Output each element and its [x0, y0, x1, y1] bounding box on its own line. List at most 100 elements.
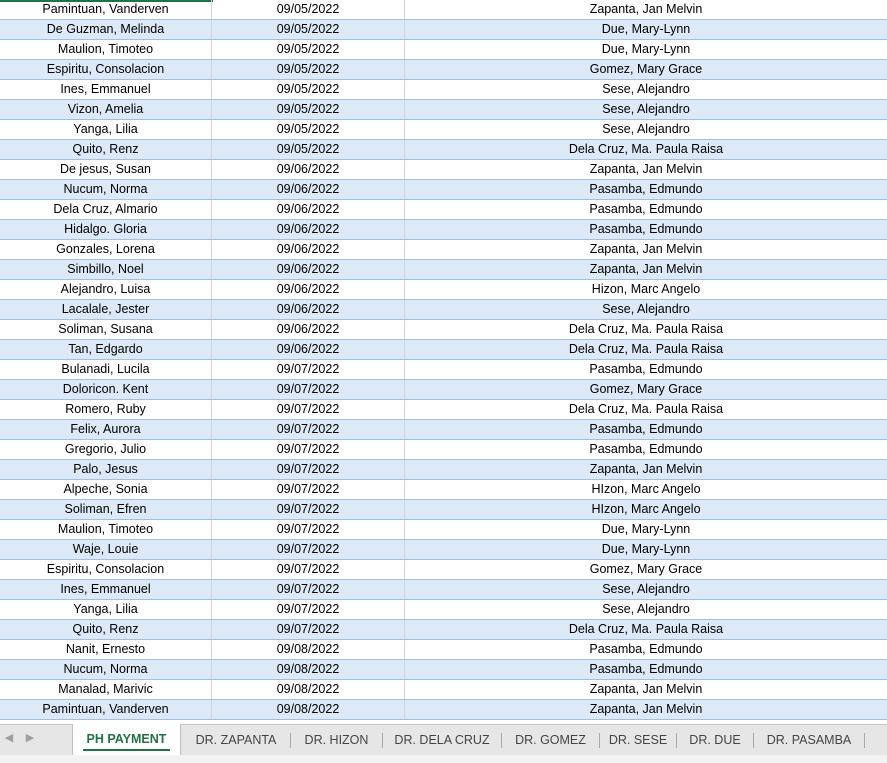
doctor-cell[interactable]: Sese, Alejandro — [405, 100, 887, 119]
doctor-cell[interactable]: Gomez, Mary Grace — [405, 560, 887, 579]
date-cell[interactable]: 09/08/2022 — [212, 680, 405, 699]
doctor-cell[interactable]: Pasamba, Edmundo — [405, 420, 887, 439]
date-cell[interactable]: 09/07/2022 — [212, 520, 405, 539]
date-cell[interactable]: 09/07/2022 — [212, 580, 405, 599]
doctor-cell[interactable]: Pasamba, Edmundo — [405, 440, 887, 459]
patient-name-cell[interactable]: Palo, Jesus — [0, 460, 212, 479]
doctor-cell[interactable]: Pasamba, Edmundo — [405, 180, 887, 199]
date-cell[interactable]: 09/08/2022 — [212, 660, 405, 679]
doctor-cell[interactable]: Pasamba, Edmundo — [405, 640, 887, 659]
date-cell[interactable]: 09/06/2022 — [212, 200, 405, 219]
date-cell[interactable]: 09/07/2022 — [212, 500, 405, 519]
date-cell[interactable]: 09/06/2022 — [212, 160, 405, 179]
doctor-cell[interactable]: HIzon, Marc Angelo — [405, 500, 887, 519]
patient-name-cell[interactable]: Nucum, Norma — [0, 660, 212, 679]
patient-name-cell[interactable]: Lacalale, Jester — [0, 300, 212, 319]
date-cell[interactable]: 09/07/2022 — [212, 540, 405, 559]
date-cell[interactable]: 09/06/2022 — [212, 280, 405, 299]
patient-name-cell[interactable]: Romero, Ruby — [0, 400, 212, 419]
prev-sheet-icon[interactable]: ◀ — [2, 731, 16, 744]
patient-name-cell[interactable]: De jesus, Susan — [0, 160, 212, 179]
date-cell[interactable]: 09/05/2022 — [212, 40, 405, 59]
date-cell[interactable]: 09/08/2022 — [212, 700, 405, 719]
doctor-cell[interactable]: Pasamba, Edmundo — [405, 660, 887, 679]
doctor-cell[interactable]: Gomez, Mary Grace — [405, 60, 887, 79]
patient-name-cell[interactable]: Alejandro, Luisa — [0, 280, 212, 299]
tab-dr-sese[interactable]: DR. SESE — [600, 725, 676, 755]
date-cell[interactable]: 09/07/2022 — [212, 400, 405, 419]
doctor-cell[interactable]: Due, Mary-Lynn — [405, 20, 887, 39]
doctor-cell[interactable]: Due, Mary-Lynn — [405, 40, 887, 59]
patient-name-cell[interactable]: Nanit, Ernesto — [0, 640, 212, 659]
date-cell[interactable]: 09/06/2022 — [212, 300, 405, 319]
date-cell[interactable]: 09/07/2022 — [212, 620, 405, 639]
doctor-cell[interactable]: Zapanta, Jan Melvin — [405, 680, 887, 699]
date-cell[interactable]: 09/07/2022 — [212, 380, 405, 399]
patient-name-cell[interactable]: Espiritu, Consolacion — [0, 560, 212, 579]
patient-name-cell[interactable]: Simbillo, Noel — [0, 260, 212, 279]
doctor-cell[interactable]: Sese, Alejandro — [405, 80, 887, 99]
patient-name-cell[interactable]: Maulion, Timoteo — [0, 520, 212, 539]
patient-name-cell[interactable]: Bulanadi, Lucila — [0, 360, 212, 379]
doctor-cell[interactable]: Dela Cruz, Ma. Paula Raisa — [405, 320, 887, 339]
tab-dr-pasamba[interactable]: DR. PASAMBA — [754, 725, 864, 755]
patient-name-cell[interactable]: Hidalgo. Gloria — [0, 220, 212, 239]
patient-name-cell[interactable]: Felix, Aurora — [0, 420, 212, 439]
patient-name-cell[interactable]: De Guzman, Melinda — [0, 20, 212, 39]
tab-dr-gomez[interactable]: DR. GOMEZ — [502, 725, 599, 755]
tab-dr-zapanta[interactable]: DR. ZAPANTA — [182, 725, 290, 755]
date-cell[interactable]: 09/07/2022 — [212, 440, 405, 459]
patient-name-cell[interactable]: Vizon, Amelia — [0, 100, 212, 119]
date-cell[interactable]: 09/07/2022 — [212, 560, 405, 579]
date-cell[interactable]: 09/06/2022 — [212, 180, 405, 199]
patient-name-cell[interactable]: Gregorio, Julio — [0, 440, 212, 459]
doctor-cell[interactable]: Dela Cruz, Ma. Paula Raisa — [405, 140, 887, 159]
patient-name-cell[interactable]: Doloricon. Kent — [0, 380, 212, 399]
doctor-cell[interactable]: Sese, Alejandro — [405, 120, 887, 139]
doctor-cell[interactable]: Dela Cruz, Ma. Paula Raisa — [405, 340, 887, 359]
patient-name-cell[interactable]: Gonzales, Lorena — [0, 240, 212, 259]
date-cell[interactable]: 09/05/2022 — [212, 140, 405, 159]
patient-name-cell[interactable]: Soliman, Efren — [0, 500, 212, 519]
doctor-cell[interactable]: Sese, Alejandro — [405, 300, 887, 319]
patient-name-cell[interactable]: Tan, Edgardo — [0, 340, 212, 359]
date-cell[interactable]: 09/05/2022 — [212, 80, 405, 99]
doctor-cell[interactable]: HIzon, Marc Angelo — [405, 480, 887, 499]
date-cell[interactable]: 09/05/2022 — [212, 60, 405, 79]
patient-name-cell[interactable]: Pamintuan, Vanderven — [0, 700, 212, 719]
doctor-cell[interactable]: Zapanta, Jan Melvin — [405, 260, 887, 279]
date-cell[interactable]: 09/07/2022 — [212, 480, 405, 499]
date-cell[interactable]: 09/06/2022 — [212, 240, 405, 259]
patient-name-cell[interactable]: Soliman, Susana — [0, 320, 212, 339]
date-cell[interactable]: 09/05/2022 — [212, 0, 405, 19]
date-cell[interactable]: 09/07/2022 — [212, 460, 405, 479]
patient-name-cell[interactable]: Manalad, Marivic — [0, 680, 212, 699]
date-cell[interactable]: 09/06/2022 — [212, 220, 405, 239]
doctor-cell[interactable]: Zapanta, Jan Melvin — [405, 0, 887, 19]
patient-name-cell[interactable]: Yanga, Lilia — [0, 600, 212, 619]
patient-name-cell[interactable]: Quito, Renz — [0, 620, 212, 639]
doctor-cell[interactable]: Pasamba, Edmundo — [405, 360, 887, 379]
date-cell[interactable]: 09/07/2022 — [212, 420, 405, 439]
patient-name-cell[interactable]: Quito, Renz — [0, 140, 212, 159]
date-cell[interactable]: 09/08/2022 — [212, 640, 405, 659]
patient-name-cell[interactable]: Alpeche, Sonia — [0, 480, 212, 499]
patient-name-cell[interactable]: Nucum, Norma — [0, 180, 212, 199]
date-cell[interactable]: 09/05/2022 — [212, 120, 405, 139]
doctor-cell[interactable]: Dela Cruz, Ma. Paula Raisa — [405, 620, 887, 639]
doctor-cell[interactable]: Dela Cruz, Ma. Paula Raisa — [405, 400, 887, 419]
doctor-cell[interactable]: Zapanta, Jan Melvin — [405, 700, 887, 719]
date-cell[interactable]: 09/06/2022 — [212, 320, 405, 339]
next-sheet-icon[interactable]: ▶ — [23, 731, 37, 744]
date-cell[interactable]: 09/07/2022 — [212, 360, 405, 379]
patient-name-cell[interactable]: Ines, Emmanuel — [0, 580, 212, 599]
patient-name-cell[interactable]: Yanga, Lilia — [0, 120, 212, 139]
doctor-cell[interactable]: Pasamba, Edmundo — [405, 220, 887, 239]
date-cell[interactable]: 09/05/2022 — [212, 20, 405, 39]
tab-ph-payment[interactable]: PH PAYMENT — [72, 724, 181, 755]
doctor-cell[interactable]: Due, Mary-Lynn — [405, 520, 887, 539]
doctor-cell[interactable]: Zapanta, Jan Melvin — [405, 240, 887, 259]
doctor-cell[interactable]: Zapanta, Jan Melvin — [405, 460, 887, 479]
date-cell[interactable]: 09/05/2022 — [212, 100, 405, 119]
date-cell[interactable]: 09/06/2022 — [212, 340, 405, 359]
